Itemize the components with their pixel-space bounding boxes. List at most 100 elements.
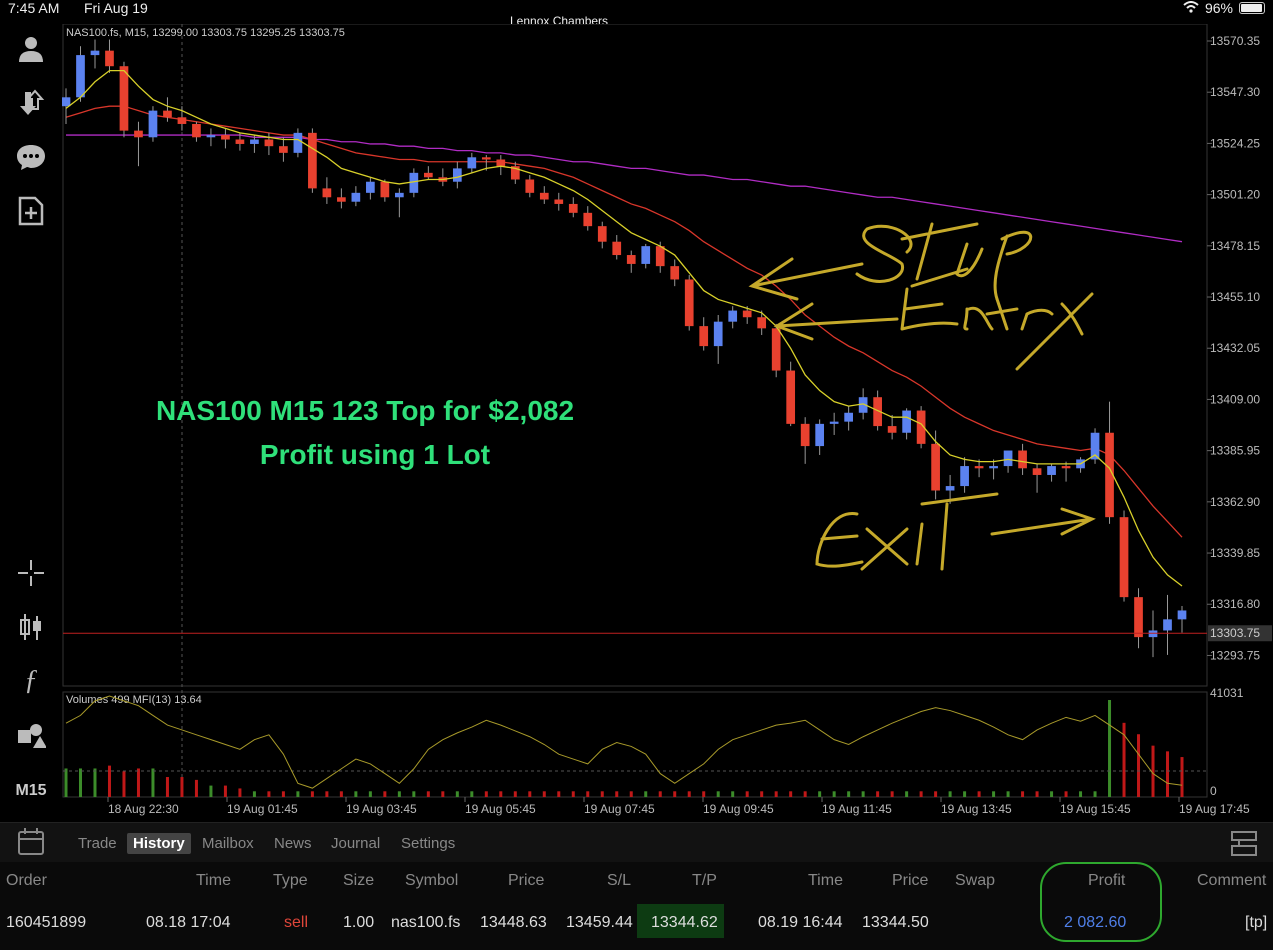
open-price: 13448.63 — [480, 914, 547, 931]
tab-mailbox[interactable]: Mailbox — [196, 833, 260, 854]
candle-body — [206, 135, 216, 138]
volume-bar — [499, 791, 503, 797]
volume-bar — [832, 791, 836, 797]
candle-body — [989, 466, 998, 469]
order-id: 160451899 — [6, 914, 87, 931]
volume-bar — [557, 791, 561, 797]
volume-bar — [1021, 791, 1025, 797]
stop-loss: 13459.44 — [566, 914, 633, 931]
volume-bar — [267, 791, 271, 797]
y-tick-label: 13547.30 — [1210, 85, 1260, 99]
candle-body — [1163, 619, 1172, 631]
volume-bar — [1050, 791, 1054, 797]
y-tick-label: 13409.00 — [1210, 392, 1260, 406]
candle-body — [525, 179, 535, 193]
candle-body — [76, 55, 85, 98]
volume-bar — [905, 791, 909, 797]
x-tick-label: 19 Aug 13:45 — [941, 802, 1012, 816]
calendar-icon[interactable] — [18, 828, 44, 855]
candle-body — [163, 110, 172, 118]
candle-body — [293, 132, 303, 153]
status-right: 96% — [1183, 0, 1265, 16]
battery-icon — [1239, 2, 1265, 14]
indicator-f-icon[interactable]: ƒ — [12, 662, 50, 700]
candle-body — [670, 266, 680, 280]
candle-body — [829, 421, 839, 424]
col-close-price: Price — [892, 872, 929, 889]
candlestick-icon[interactable] — [12, 608, 50, 646]
candle-body — [641, 246, 651, 264]
candle-body — [90, 50, 100, 56]
volume-bar — [412, 791, 416, 797]
volume-bar — [484, 791, 488, 797]
y-tick-label: 13316.80 — [1210, 597, 1260, 611]
battery-percent: 96% — [1204, 0, 1233, 16]
y-tick-label: 13385.95 — [1210, 444, 1260, 458]
volume-bar — [354, 791, 358, 797]
col-tp: T/P — [692, 872, 717, 889]
candle-body — [757, 317, 767, 329]
volume-bar — [731, 791, 735, 797]
bottom-tab-bar: Trade History Mailbox News Journal Setti… — [0, 822, 1273, 862]
volume-bar — [151, 768, 155, 797]
x-tick-label: 19 Aug 01:45 — [227, 802, 298, 816]
volume-bar — [1137, 734, 1141, 797]
candle-body — [496, 159, 506, 167]
y-tick-label: 13455.10 — [1210, 290, 1260, 304]
chart-header: NAS100.fs, M15, 13299.00 13303.75 13295.… — [66, 27, 345, 39]
volume-bar — [716, 791, 720, 797]
candle-body — [322, 188, 332, 198]
chat-icon[interactable] — [12, 138, 50, 176]
candle-body — [481, 157, 491, 160]
tab-trade[interactable]: Trade — [72, 833, 123, 854]
chart-toolbar: ƒ M15 — [0, 24, 62, 820]
candle-body — [1003, 450, 1013, 467]
volume-bar — [528, 791, 532, 797]
volume-bar — [992, 791, 996, 797]
volume-bar — [1093, 791, 1097, 797]
candle-body — [119, 66, 129, 131]
crosshair-icon[interactable] — [12, 554, 50, 592]
annotation-line-1: NAS100 M15 123 Top for $2,082 — [156, 395, 574, 426]
account-icon[interactable] — [12, 30, 50, 68]
col-price: Price — [508, 872, 545, 889]
candle-body — [148, 110, 158, 138]
tab-journal[interactable]: Journal — [325, 833, 386, 854]
candle-body — [308, 132, 317, 189]
volume-bar — [296, 791, 300, 797]
volume-bar — [586, 791, 590, 797]
candle-body — [250, 139, 259, 144]
candle-body — [583, 212, 593, 227]
volume-bar — [789, 791, 793, 797]
candle-body — [423, 172, 433, 178]
volume-bar — [383, 791, 387, 797]
y-tick-label: 13478.15 — [1210, 239, 1260, 253]
volume-bar — [1035, 791, 1039, 797]
volume-bar — [629, 791, 633, 797]
clock: 7:45 AM — [8, 0, 60, 16]
volume-bar — [1166, 751, 1170, 797]
col-time: Time — [196, 872, 231, 889]
candle-body — [351, 192, 361, 202]
tab-settings[interactable]: Settings — [395, 833, 461, 854]
tab-history[interactable]: History — [127, 833, 191, 854]
timeframe-button[interactable]: M15 — [12, 772, 50, 810]
volume-bar — [542, 791, 546, 797]
chart-canvas[interactable]: 13570.35 13547.30 13524.25 13501.20 13478.15… — [61, 23, 1273, 820]
candle-body — [366, 181, 375, 193]
volume-bar — [876, 791, 880, 797]
candle-body — [337, 197, 346, 202]
price-chart[interactable]: 13570.35 13547.30 13524.25 13501.20 13478.15… — [61, 23, 1273, 820]
candle-body — [452, 168, 462, 182]
new-document-icon[interactable] — [12, 192, 50, 230]
volume-bar — [687, 791, 691, 797]
trade-updown-icon[interactable] — [12, 84, 50, 122]
volume-bar — [745, 791, 749, 797]
layout-icon[interactable] — [1231, 831, 1257, 857]
tab-news[interactable]: News — [268, 833, 318, 854]
volume-bar — [963, 791, 967, 797]
trade-size: 1.00 — [343, 914, 375, 931]
annotation-line-2: Profit using 1 Lot — [260, 439, 490, 470]
candle-body — [1047, 466, 1056, 475]
shapes-icon[interactable] — [12, 716, 50, 754]
